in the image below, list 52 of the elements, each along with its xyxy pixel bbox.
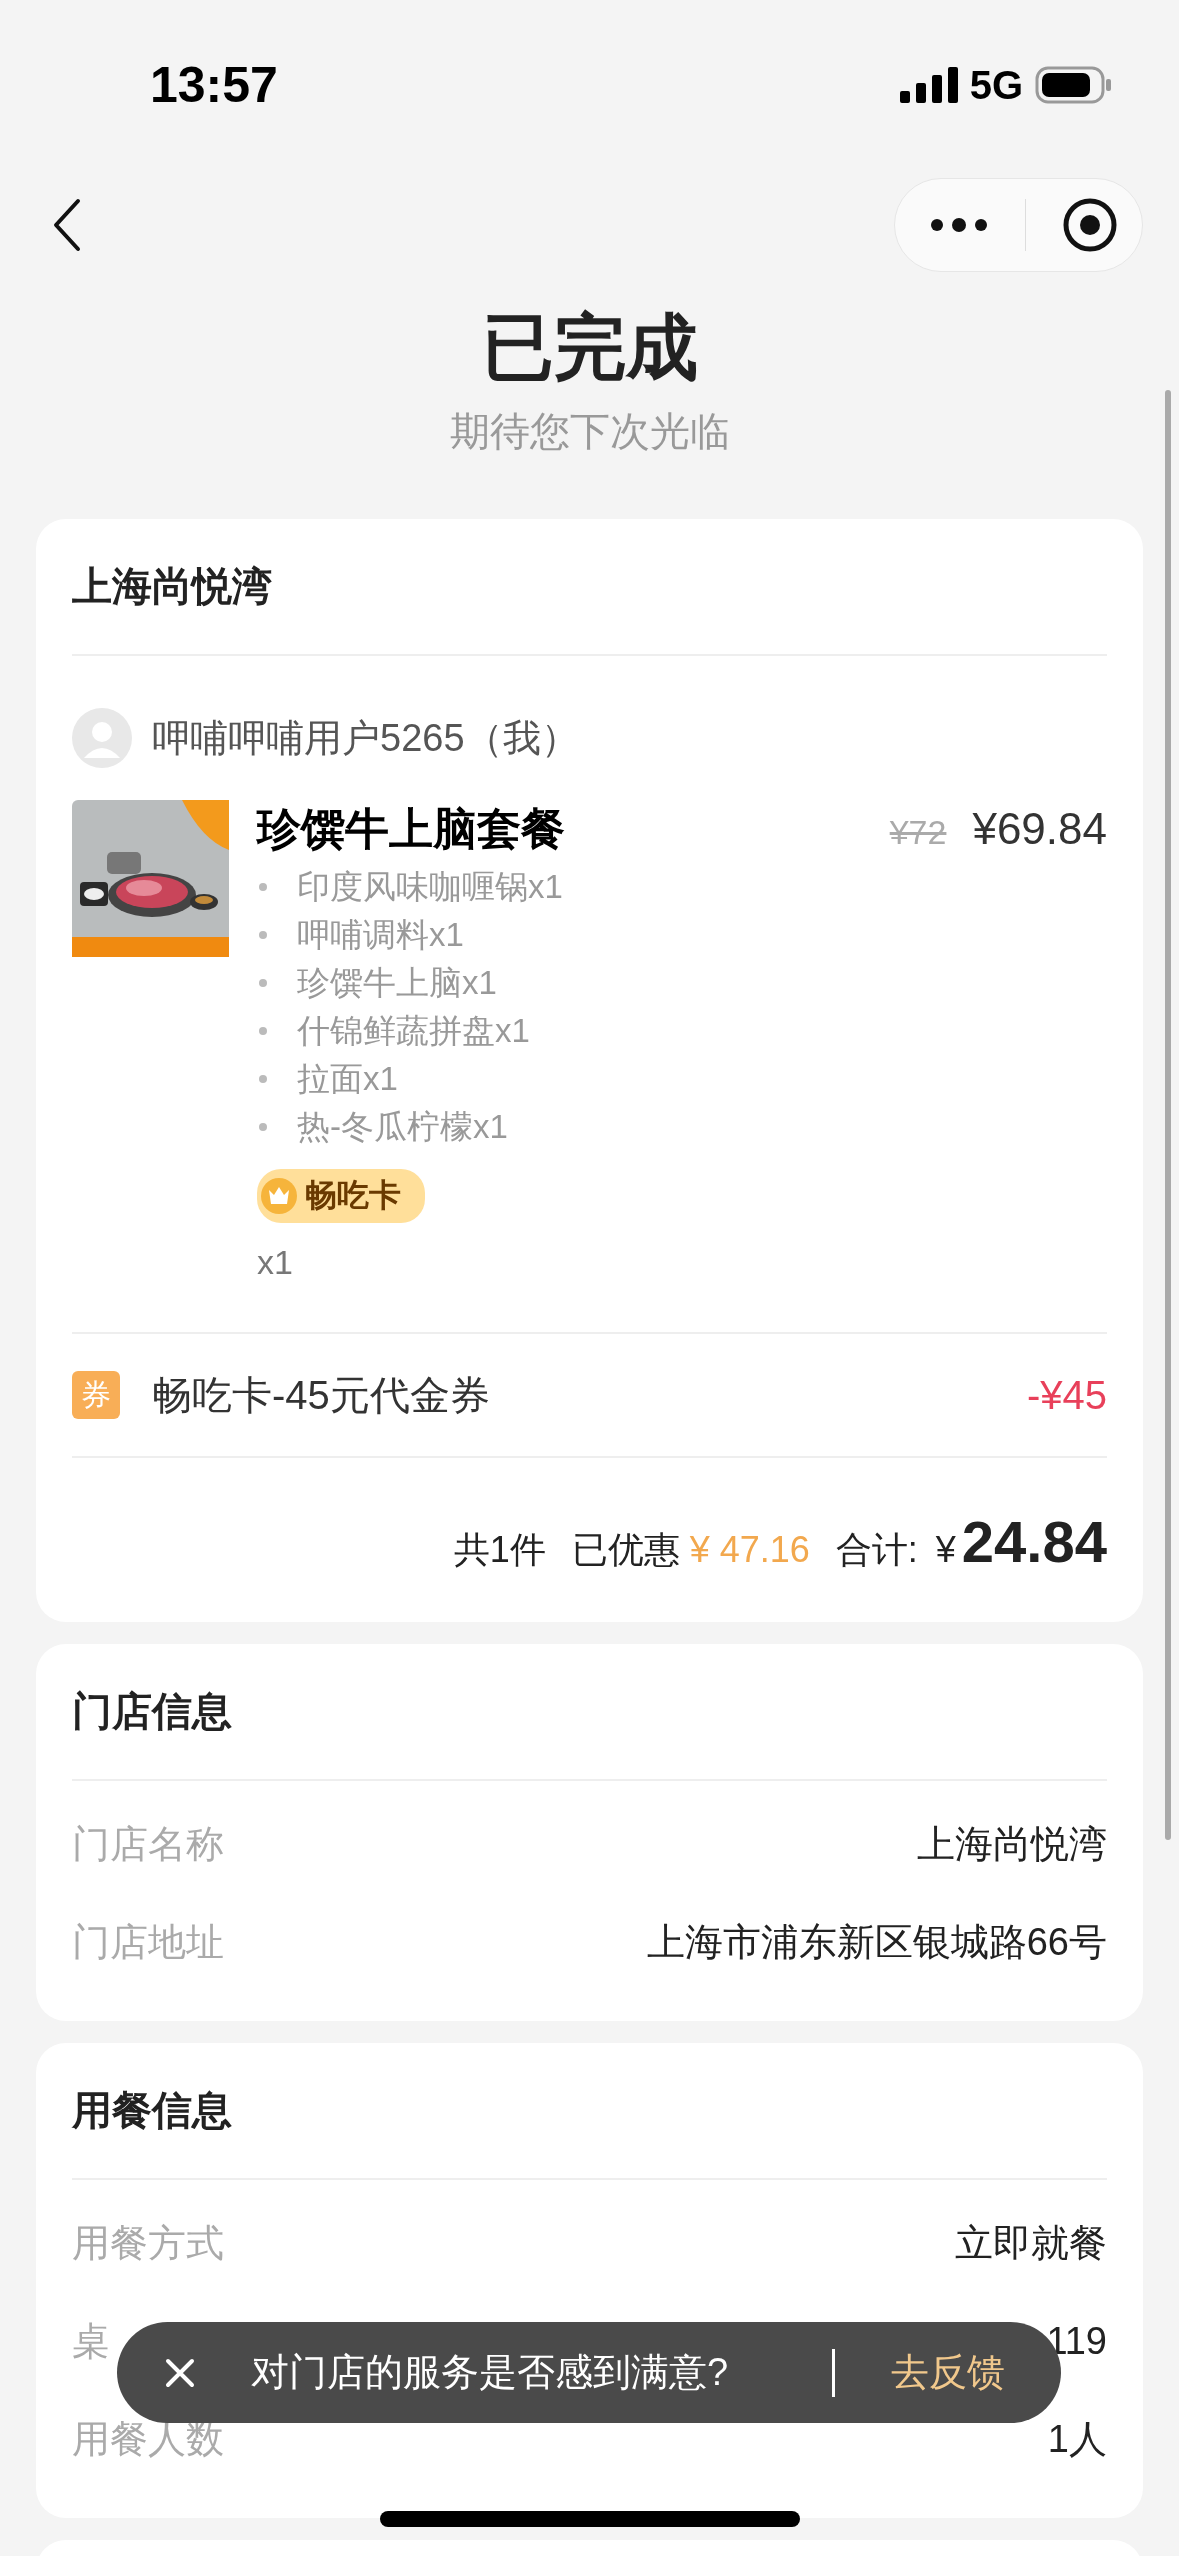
quantity: x1 [257, 1242, 294, 1283]
network-label: 5G [969, 62, 1023, 108]
section-title: 用餐信息 [72, 2087, 233, 2134]
info-label: 用餐方式 [72, 2220, 224, 2266]
battery-icon [1035, 66, 1113, 104]
bullet-icon [259, 883, 267, 891]
bullet-icon [259, 1027, 267, 1035]
info-label: 门店地址 [72, 1919, 224, 1965]
coupon-amount: -¥45 [1026, 1372, 1107, 1418]
set-item: 热-冬瓜柠檬x1 [297, 1106, 508, 1147]
close-miniprogram-icon[interactable] [1062, 197, 1118, 253]
set-item: 呷哺调料x1 [297, 914, 464, 955]
bullet-icon [259, 979, 267, 987]
set-item: 什锦鲜蔬拼盘x1 [297, 1010, 530, 1051]
set-item: 拉面x1 [297, 1058, 398, 1099]
info-value: 上海尚悦湾 [917, 1821, 1107, 1867]
bullet-icon [259, 1123, 267, 1131]
store-name: 上海尚悦湾 [72, 563, 273, 610]
status-time: 13:57 [150, 56, 278, 114]
info-value: 上海市浦东新区银城路66号 [646, 1919, 1107, 1965]
info-label: 桌 [72, 2318, 110, 2364]
close-icon[interactable] [165, 2357, 195, 2388]
discount-label: 已优惠 [571, 1528, 680, 1572]
more-icon[interactable] [929, 217, 989, 233]
user-name: 呷哺呷哺用户5265（我） [152, 715, 579, 761]
badge-label: 畅吃卡 [305, 1176, 401, 1215]
info-value: 119 [1046, 2319, 1107, 2363]
coupon-icon: 券 [72, 1371, 120, 1419]
product-price: ¥69.84 [972, 804, 1107, 854]
section-title: 门店信息 [72, 1688, 233, 1735]
status-title: 已完成 [480, 306, 699, 389]
currency-sign: ¥ [935, 1529, 956, 1571]
bullet-icon [259, 1075, 267, 1083]
set-item: 珍馔牛上脑x1 [297, 962, 497, 1003]
original-price: ¥72 [889, 813, 947, 852]
info-value: 1人 [1047, 2416, 1107, 2462]
set-item: 印度风味咖喱锅x1 [297, 866, 563, 907]
coupon-label: 畅吃卡-45元代金券 [152, 1371, 491, 1419]
total-amount: 24.84 [961, 1508, 1107, 1575]
item-count: 共1件 [453, 1528, 546, 1572]
info-value: 立即就餐 [955, 2220, 1107, 2266]
discount-amount: ¥ 47.16 [689, 1529, 810, 1571]
crown-icon [261, 1178, 297, 1214]
feedback-link[interactable]: 去反馈 [891, 2347, 1005, 2398]
total-label: 合计: [835, 1528, 918, 1572]
info-label: 用餐人数 [72, 2416, 224, 2462]
toast-message: 对门店的服务是否感到满意? [251, 2350, 730, 2395]
bullet-icon [259, 931, 267, 939]
signal-icon [899, 67, 958, 103]
status-subtitle: 期待您下次光临 [448, 408, 731, 455]
product-name: 珍馔牛上脑套餐 [257, 803, 566, 855]
info-label: 门店名称 [72, 1821, 224, 1867]
